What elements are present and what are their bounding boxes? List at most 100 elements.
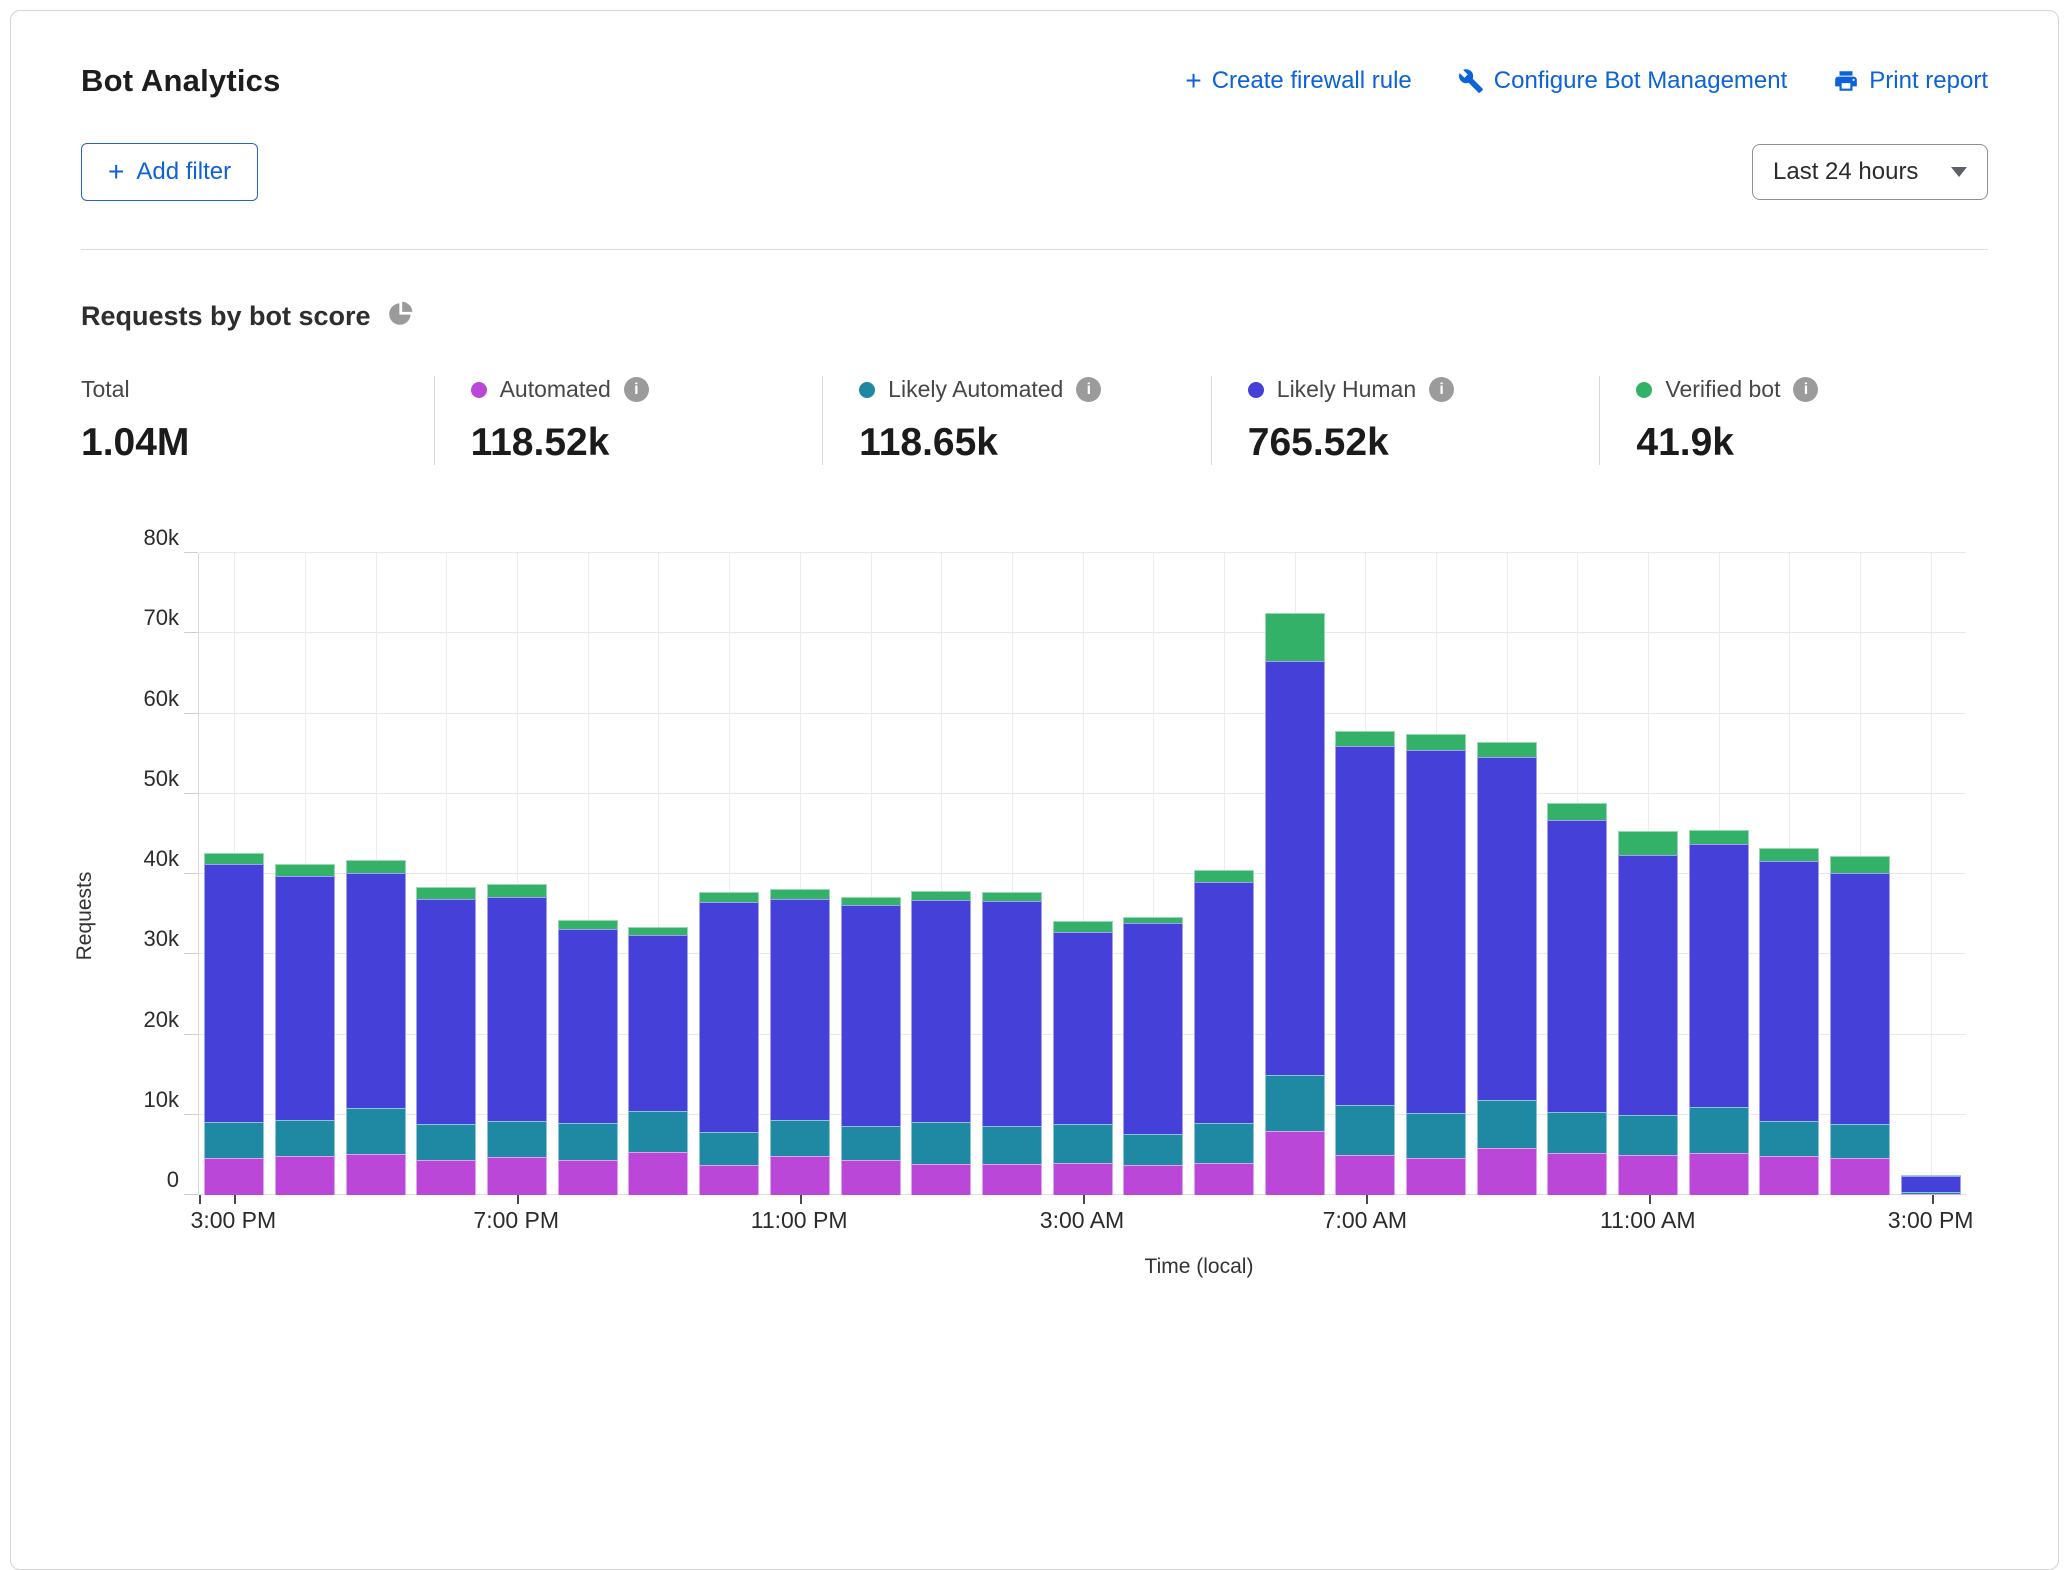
configure-bot-management-link[interactable]: Configure Bot Management bbox=[1458, 67, 1788, 95]
bar-segment-likely-automated[interactable] bbox=[1759, 1121, 1819, 1156]
bar-segment-likely-human[interactable] bbox=[1335, 746, 1395, 1106]
bar-segment-likely-human[interactable] bbox=[204, 864, 264, 1122]
bar-segment-automated[interactable] bbox=[275, 1156, 335, 1195]
bar-segment-likely-human[interactable] bbox=[1053, 932, 1113, 1125]
info-icon[interactable]: i bbox=[624, 377, 649, 402]
bar-segment-likely-human[interactable] bbox=[275, 876, 335, 1121]
bar-segment-likely-automated[interactable] bbox=[1194, 1123, 1254, 1163]
bar-segment-likely-human[interactable] bbox=[699, 902, 759, 1132]
bar-segment-likely-automated[interactable] bbox=[982, 1126, 1042, 1164]
create-firewall-rule-link[interactable]: + Create firewall rule bbox=[1185, 67, 1411, 95]
bar-segment-verified-bot[interactable] bbox=[1547, 803, 1607, 820]
bar-segment-likely-automated[interactable] bbox=[1618, 1115, 1678, 1155]
info-icon[interactable]: i bbox=[1793, 377, 1818, 402]
bar-segment-likely-human[interactable] bbox=[558, 929, 618, 1123]
bar-5:00 AM[interactable] bbox=[1194, 870, 1254, 1195]
bar-segment-verified-bot[interactable] bbox=[204, 853, 264, 864]
bar-segment-automated[interactable] bbox=[1335, 1155, 1395, 1195]
bar-segment-likely-automated[interactable] bbox=[487, 1121, 547, 1157]
bar-segment-likely-human[interactable] bbox=[487, 897, 547, 1122]
bar-2:00 PM[interactable] bbox=[1830, 856, 1890, 1195]
add-filter-button[interactable]: + Add filter bbox=[81, 143, 258, 201]
bar-segment-likely-automated[interactable] bbox=[346, 1108, 406, 1155]
time-range-select[interactable]: Last 24 hours bbox=[1752, 144, 1988, 200]
bar-8:00 AM[interactable] bbox=[1406, 734, 1466, 1195]
bar-segment-automated[interactable] bbox=[204, 1158, 264, 1195]
bar-segment-likely-automated[interactable] bbox=[841, 1126, 901, 1160]
bar-3:00 PM[interactable] bbox=[204, 853, 264, 1195]
bar-segment-automated[interactable] bbox=[487, 1157, 547, 1195]
bar-segment-automated[interactable] bbox=[841, 1160, 901, 1195]
bar-segment-automated[interactable] bbox=[558, 1160, 618, 1195]
bar-segment-likely-human[interactable] bbox=[770, 899, 830, 1120]
bar-segment-likely-automated[interactable] bbox=[1830, 1124, 1890, 1159]
bar-segment-verified-bot[interactable] bbox=[841, 897, 901, 906]
bar-segment-verified-bot[interactable] bbox=[346, 860, 406, 873]
bar-segment-likely-automated[interactable] bbox=[1123, 1134, 1183, 1164]
bar-segment-likely-automated[interactable] bbox=[204, 1122, 264, 1158]
bar-segment-likely-automated[interactable] bbox=[911, 1122, 971, 1164]
bar-segment-likely-automated[interactable] bbox=[628, 1111, 688, 1152]
bar-segment-likely-automated[interactable] bbox=[416, 1124, 476, 1160]
bar-segment-verified-bot[interactable] bbox=[699, 892, 759, 902]
bar-12:00 AM[interactable] bbox=[841, 897, 901, 1196]
bar-segment-automated[interactable] bbox=[1547, 1153, 1607, 1195]
bar-segment-verified-bot[interactable] bbox=[628, 927, 688, 935]
bar-segment-automated[interactable] bbox=[1194, 1163, 1254, 1195]
bar-2:00 AM[interactable] bbox=[982, 892, 1042, 1195]
bar-11:00 AM[interactable] bbox=[1618, 831, 1678, 1195]
bar-6:00 AM[interactable] bbox=[1265, 613, 1325, 1195]
print-report-link[interactable]: Print report bbox=[1833, 67, 1988, 95]
bar-segment-likely-human[interactable] bbox=[1547, 820, 1607, 1111]
bar-segment-likely-automated[interactable] bbox=[275, 1120, 335, 1155]
info-icon[interactable]: i bbox=[1076, 377, 1101, 402]
bar-segment-verified-bot[interactable] bbox=[487, 884, 547, 897]
bar-segment-likely-automated[interactable] bbox=[1265, 1075, 1325, 1131]
bar-segment-likely-human[interactable] bbox=[1759, 861, 1819, 1121]
bar-segment-automated[interactable] bbox=[1830, 1158, 1890, 1195]
bar-7:00 AM[interactable] bbox=[1335, 731, 1395, 1195]
bar-segment-automated[interactable] bbox=[770, 1156, 830, 1195]
bar-segment-verified-bot[interactable] bbox=[982, 892, 1042, 901]
bar-segment-likely-human[interactable] bbox=[628, 935, 688, 1111]
bar-segment-verified-bot[interactable] bbox=[1689, 830, 1749, 844]
bar-segment-likely-automated[interactable] bbox=[1689, 1107, 1749, 1154]
bar-segment-automated[interactable] bbox=[1689, 1153, 1749, 1195]
bar-6:00 PM[interactable] bbox=[416, 887, 476, 1195]
bar-segment-automated[interactable] bbox=[628, 1152, 688, 1195]
bar-segment-likely-automated[interactable] bbox=[558, 1123, 618, 1160]
bar-segment-likely-human[interactable] bbox=[982, 901, 1042, 1127]
bar-segment-automated[interactable] bbox=[1265, 1131, 1325, 1195]
bar-segment-verified-bot[interactable] bbox=[1053, 921, 1113, 931]
bar-12:00 PM[interactable] bbox=[1689, 830, 1749, 1195]
bar-3:00 PM[interactable] bbox=[1901, 1175, 1961, 1195]
bar-segment-verified-bot[interactable] bbox=[1335, 731, 1395, 745]
bar-segment-verified-bot[interactable] bbox=[558, 920, 618, 929]
bar-4:00 AM[interactable] bbox=[1123, 917, 1183, 1195]
bar-segment-likely-human[interactable] bbox=[1830, 873, 1890, 1123]
bar-segment-likely-human[interactable] bbox=[1901, 1176, 1961, 1192]
bar-segment-likely-human[interactable] bbox=[1689, 844, 1749, 1107]
bar-1:00 AM[interactable] bbox=[911, 891, 971, 1195]
bar-segment-verified-bot[interactable] bbox=[275, 864, 335, 875]
bar-segment-automated[interactable] bbox=[1053, 1163, 1113, 1195]
bar-segment-automated[interactable] bbox=[1477, 1148, 1537, 1195]
bar-segment-automated[interactable] bbox=[1618, 1155, 1678, 1195]
bar-segment-automated[interactable] bbox=[1406, 1158, 1466, 1195]
bar-4:00 PM[interactable] bbox=[275, 864, 335, 1195]
bar-segment-likely-human[interactable] bbox=[1618, 855, 1678, 1115]
bar-8:00 PM[interactable] bbox=[558, 920, 618, 1195]
bar-segment-verified-bot[interactable] bbox=[1477, 742, 1537, 757]
bar-segment-likely-human[interactable] bbox=[1194, 882, 1254, 1123]
bar-9:00 PM[interactable] bbox=[628, 927, 688, 1195]
bar-segment-verified-bot[interactable] bbox=[1759, 848, 1819, 862]
bar-9:00 AM[interactable] bbox=[1477, 742, 1537, 1195]
bar-segment-verified-bot[interactable] bbox=[416, 887, 476, 899]
bar-segment-automated[interactable] bbox=[1759, 1156, 1819, 1195]
bar-segment-likely-automated[interactable] bbox=[1406, 1113, 1466, 1158]
bar-segment-automated[interactable] bbox=[1123, 1165, 1183, 1195]
bar-segment-automated[interactable] bbox=[699, 1165, 759, 1195]
bar-segment-verified-bot[interactable] bbox=[1406, 734, 1466, 750]
bar-segment-likely-human[interactable] bbox=[911, 900, 971, 1122]
bar-segment-likely-human[interactable] bbox=[346, 873, 406, 1107]
